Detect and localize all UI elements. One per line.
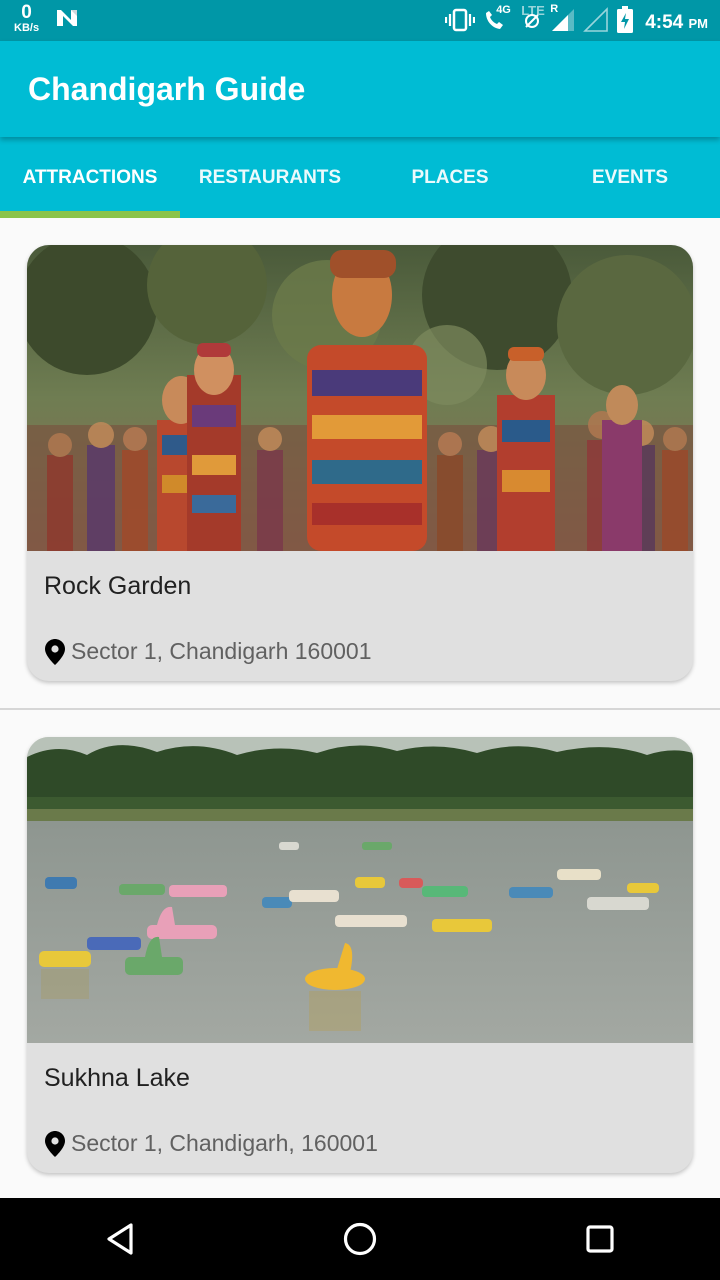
roaming-label: R [550, 3, 559, 15]
signal-roaming-icon: R [550, 3, 576, 38]
home-button[interactable] [240, 1198, 480, 1280]
attraction-card-rock-garden[interactable]: Rock Garden Sector 1, Chandigarh 160001 [27, 245, 693, 681]
phone-4g-icon: 4G [482, 4, 514, 38]
tab-bar: ATTRACTIONS RESTAURANTS PLACES EVENTS [0, 137, 720, 218]
clock: 4:54 PM [645, 12, 708, 34]
network-speed-value: 0 [21, 2, 32, 23]
attractions-list[interactable]: Rock Garden Sector 1, Chandigarh 160001 [0, 218, 720, 1198]
network-speed: 0 KB/s [14, 3, 39, 34]
tab-selected-indicator [0, 211, 180, 218]
vibrate-icon [445, 8, 476, 37]
n-notification-icon [55, 8, 79, 33]
tab-label: RESTAURANTS [198, 166, 342, 188]
network-speed-unit: KB/s [14, 22, 40, 34]
card-location-text: Sector 1, Chandigarh 160001 [71, 638, 372, 664]
card-location-text: Sector 1, Chandigarh, 160001 [71, 1130, 378, 1156]
tab-places[interactable]: PLACES [360, 137, 540, 218]
sukhna-lake-image [27, 737, 693, 1043]
data-saver-icon: LTE [521, 3, 545, 36]
system-nav-bar [0, 1198, 720, 1280]
rock-garden-image [27, 245, 693, 551]
recents-button[interactable] [480, 1198, 720, 1280]
app-bar: Chandigarh Guide [0, 41, 720, 137]
tab-label: PLACES [411, 166, 489, 188]
tab-events[interactable]: EVENTS [540, 137, 720, 218]
card-title: Sukhna Lake [44, 1064, 190, 1092]
tab-restaurants[interactable]: RESTAURANTS [180, 137, 360, 218]
lte-label: LTE [521, 3, 545, 18]
home-icon [343, 1222, 377, 1256]
list-divider [0, 708, 720, 710]
battery-charging-icon [616, 6, 634, 39]
clock-ampm: PM [688, 15, 709, 31]
tab-label: EVENTS [591, 166, 669, 188]
card-location: Sector 1, Chandigarh 160001 [45, 638, 372, 665]
back-button[interactable] [0, 1198, 240, 1280]
card-title: Rock Garden [44, 572, 192, 600]
card-location: Sector 1, Chandigarh, 160001 [45, 1130, 378, 1157]
location-pin-icon [45, 638, 65, 665]
tab-label: ATTRACTIONS [22, 166, 158, 188]
status-bar: 0 KB/s 4G LTE R 4:54 PM [0, 0, 720, 41]
recents-icon [586, 1225, 614, 1253]
clock-time: 4:54 [645, 11, 684, 33]
network-4g-label: 4G [496, 4, 511, 16]
app-title: Chandigarh Guide [28, 71, 306, 107]
tab-attractions[interactable]: ATTRACTIONS [0, 137, 180, 218]
back-icon [107, 1223, 133, 1255]
location-pin-icon [45, 1130, 65, 1157]
signal-icon [583, 7, 609, 38]
attraction-card-sukhna-lake[interactable]: Sukhna Lake Sector 1, Chandigarh, 160001 [27, 737, 693, 1173]
